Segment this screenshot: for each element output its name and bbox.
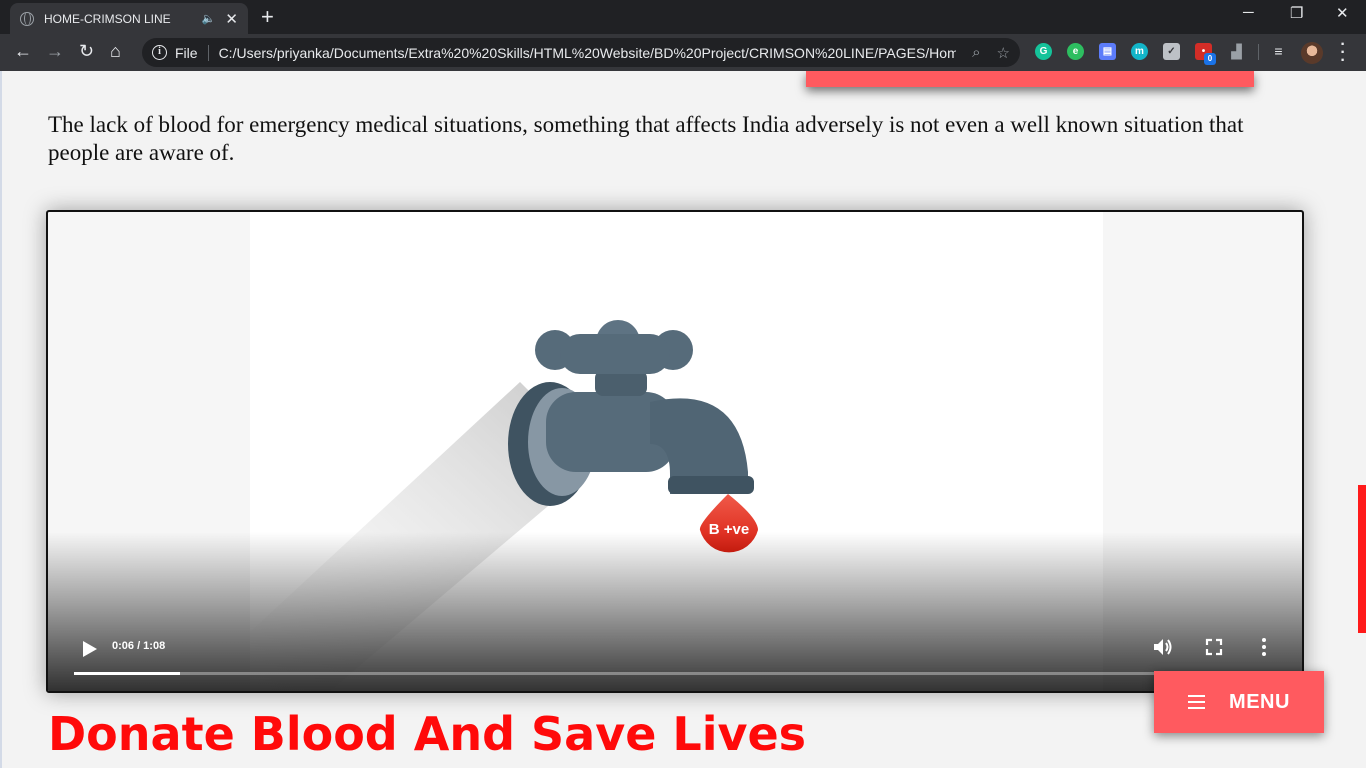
header-banner [806, 71, 1254, 87]
close-window-button[interactable]: ✕ [1336, 4, 1349, 22]
controls-gradient [48, 532, 1302, 691]
more-options-icon[interactable] [1253, 636, 1275, 658]
url-text[interactable]: C:/Users/priyanka/Documents/Extra%20%20S… [219, 45, 957, 61]
minimize-button[interactable]: ─ [1243, 4, 1254, 21]
home-icon[interactable]: ⌂ [110, 41, 121, 62]
browser-toolbar: ← → ↻ ⌂ i File C:/Users/priyanka/Documen… [0, 34, 1366, 71]
menu-button[interactable]: MENU [1154, 671, 1324, 733]
tab-strip: HOME-CRIMSON LINE 🔈 ✕ + ─ ❐ ✕ [0, 0, 1366, 34]
divider [207, 44, 209, 61]
m-extension-icon[interactable]: m [1131, 43, 1148, 60]
browser-tab[interactable]: HOME-CRIMSON LINE 🔈 ✕ [10, 3, 248, 34]
video-player[interactable]: B +ve 0:06 / 1:08 [46, 210, 1304, 693]
restore-button[interactable]: ❐ [1290, 4, 1303, 22]
page-viewport: The lack of blood for emergency medical … [0, 71, 1366, 768]
chart-icon[interactable]: ▟ [1228, 43, 1245, 60]
fullscreen-icon[interactable] [1203, 636, 1225, 658]
scroll-indicator[interactable] [1358, 485, 1366, 633]
globe-icon [20, 11, 34, 26]
toolbar-divider [1258, 44, 1259, 60]
kebab-menu-icon[interactable]: · · · [1337, 37, 1349, 69]
info-icon[interactable]: i [152, 45, 167, 60]
intro-paragraph: The lack of blood for emergency medical … [48, 112, 1244, 165]
back-icon[interactable]: ← [14, 41, 32, 62]
shield-icon[interactable]: ✓ [1163, 43, 1180, 60]
reload-icon[interactable]: ↻ [79, 41, 94, 62]
tab-close-icon[interactable]: ✕ [225, 10, 238, 28]
star-icon[interactable]: ☆ [997, 44, 1010, 62]
grammarly-icon[interactable]: G [1035, 43, 1052, 60]
left-edge-strip [0, 71, 2, 768]
address-bar[interactable]: i File C:/Users/priyanka/Documents/Extra… [142, 38, 1020, 67]
extension-icon[interactable]: ▤ [1099, 43, 1116, 60]
video-progress-bar[interactable] [74, 672, 1280, 675]
zoom-icon[interactable]: ⌕ [972, 44, 980, 61]
speaker-icon[interactable]: 🔈 [202, 12, 216, 25]
tab-title: HOME-CRIMSON LINE [44, 11, 171, 26]
evernote-icon[interactable]: e [1067, 43, 1084, 60]
extension-badge: 0 [1204, 53, 1216, 65]
avatar[interactable] [1301, 42, 1323, 64]
play-icon[interactable] [78, 638, 100, 660]
video-time: 0:06 / 1:08 [112, 640, 166, 652]
volume-icon[interactable] [1151, 636, 1173, 658]
forward-icon[interactable]: → [46, 41, 64, 62]
hamburger-icon [1188, 695, 1206, 709]
video-progress-fill [74, 672, 181, 675]
menu-label: MENU [1229, 690, 1290, 713]
page-headline: Donate Blood And Save Lives [48, 707, 807, 761]
media-control-icon[interactable]: ≡ [1270, 43, 1287, 60]
scheme-label: File [175, 44, 198, 61]
new-tab-button[interactable]: + [261, 4, 274, 30]
